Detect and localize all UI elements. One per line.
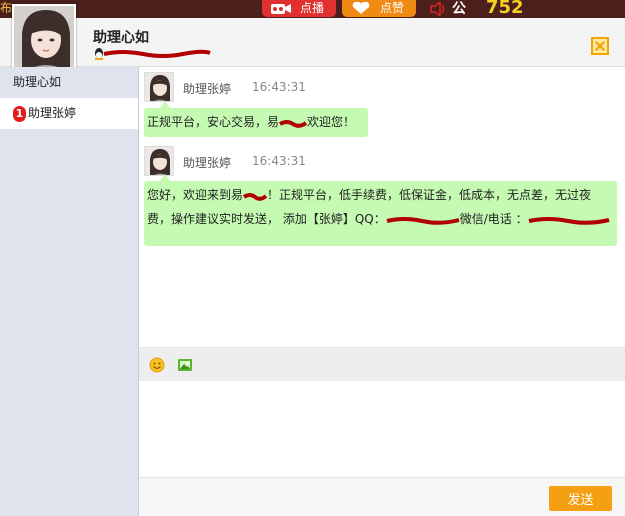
close-button[interactable] (591, 37, 609, 55)
message-text: 正规平台，安心交易，易 (147, 115, 280, 129)
unread-badge: 1 (13, 106, 26, 122)
contact-name: 助理心如 (93, 30, 149, 46)
message-bubble: 正规平台，安心交易，易 欢迎您！ (144, 101, 368, 137)
redaction-mark (103, 49, 211, 58)
camera-icon (271, 4, 291, 14)
contact-item-label: 助理心如 (13, 75, 62, 89)
message-sender: 助理张婷 (183, 156, 232, 170)
composer-footer: 发送 (139, 477, 625, 516)
bubble-tail (160, 101, 170, 108)
message-text: 费，操作建议实时发送， 添加【张婷】QQ： (147, 212, 386, 226)
contact-list: 助理心如 1 助理张婷 (0, 67, 139, 516)
message-time: 16:43:31 (252, 80, 306, 94)
contact-item-xinru[interactable]: 助理心如 (0, 67, 138, 98)
image-icon[interactable] (177, 357, 193, 373)
message-text: ！正规平台，低手续费，低保证金，低成本，无点差，无过夜 (267, 188, 592, 202)
message-text: 您好，欢迎来到易 (147, 188, 244, 202)
message-sender: 助理张婷 (183, 82, 232, 96)
like-button-label: 点赞 (380, 1, 405, 15)
chat-header: 助理心如 (0, 4, 625, 70)
redaction-mark (386, 215, 460, 225)
contact-id (93, 46, 213, 62)
smiley-icon[interactable] (149, 357, 165, 373)
message-input[interactable] (139, 381, 625, 477)
message-avatar (144, 146, 174, 176)
contact-item-label: 助理张婷 (28, 106, 77, 120)
speaker-icon (430, 2, 445, 16)
redaction-mark (243, 191, 268, 201)
top-bar-edge-text: 布 (0, 1, 13, 15)
message-bubble: 您好，欢迎来到易 ！正规平台，低手续费，低保证金，低成本，无点差，无过夜 费，操作… (144, 174, 617, 246)
like-button[interactable]: 点赞 (342, 0, 416, 17)
bubble-tail (160, 174, 170, 181)
contact-item-zhangting[interactable]: 1 助理张婷 (0, 98, 138, 129)
heart-icon (352, 2, 370, 14)
live-button[interactable]: 点播 (262, 0, 336, 17)
redaction-mark (279, 118, 308, 128)
avatar-portrait (14, 6, 74, 68)
message-list[interactable]: 助理张婷 16:43:31 正规平台，安心交易，易 欢迎您！ 助理张婷 16:43… (139, 67, 625, 347)
send-button[interactable]: 发送 (549, 486, 612, 511)
top-bar: 布 点播 点赞 公告: 752 (0, 0, 625, 35)
redaction-mark (528, 215, 610, 225)
message-text: 微信/电话 ： (459, 212, 528, 226)
message-time: 16:43:31 (252, 154, 306, 168)
contact-avatar[interactable] (12, 4, 76, 70)
message-text-tail: 欢迎您！ (307, 115, 356, 129)
live-button-label: 点播 (300, 1, 325, 15)
message-avatar (144, 72, 174, 102)
composer-toolbar (139, 347, 625, 381)
notice-count: 752 (486, 0, 524, 18)
